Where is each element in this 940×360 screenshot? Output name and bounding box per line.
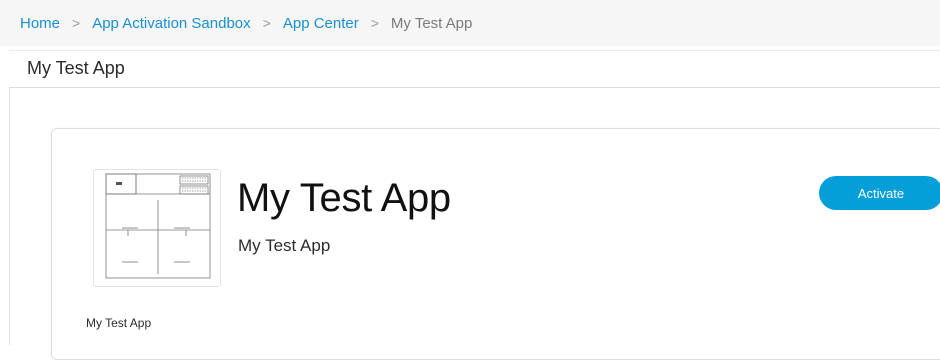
breadcrumb-app-center-link[interactable]: App Center bbox=[283, 15, 359, 32]
breadcrumb-separator: > bbox=[72, 15, 81, 31]
breadcrumb-app-activation-sandbox-link[interactable]: App Activation Sandbox bbox=[92, 15, 250, 32]
app-subtitle: My Test App bbox=[238, 236, 331, 255]
page-header: My Test App bbox=[9, 50, 940, 88]
breadcrumb-home-link[interactable]: Home bbox=[20, 15, 60, 32]
app-name-heading: My Test App bbox=[237, 176, 451, 220]
page-title: My Test App bbox=[27, 58, 125, 78]
activate-button[interactable]: Activate bbox=[819, 176, 940, 210]
breadcrumb-separator: > bbox=[370, 15, 379, 31]
floor-plan-icon bbox=[105, 173, 211, 279]
thumbnail-caption: My Test App bbox=[86, 316, 152, 330]
breadcrumb: Home > App Activation Sandbox > App Cent… bbox=[0, 0, 940, 46]
breadcrumb-current: My Test App bbox=[390, 14, 473, 32]
breadcrumb-separator: > bbox=[262, 15, 271, 31]
app-thumbnail bbox=[93, 169, 221, 287]
